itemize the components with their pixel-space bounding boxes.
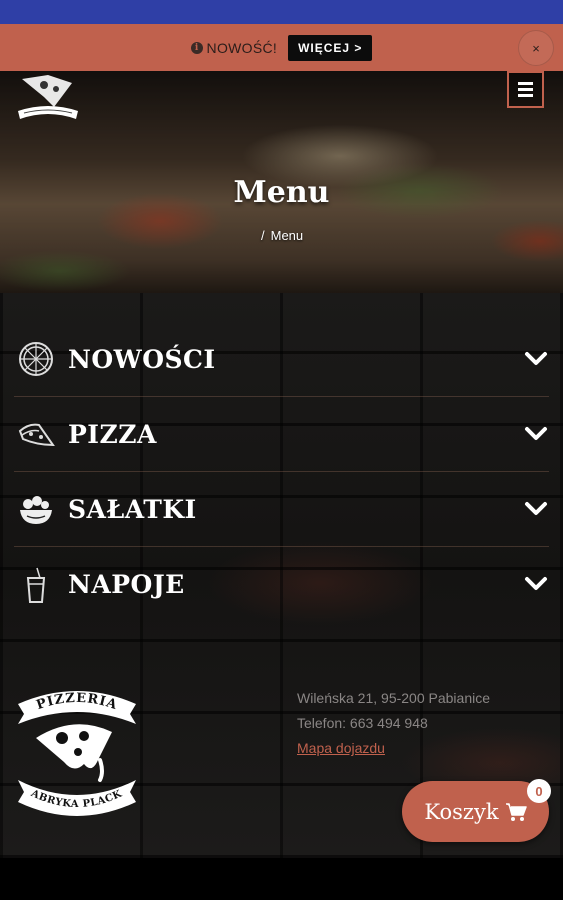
page-title: Menu — [233, 175, 330, 210]
address-text: Wileńska 21, 95-200 Pabianice — [297, 690, 491, 706]
info-icon: i — [190, 41, 203, 54]
map-link[interactable]: Mapa dojazdu — [297, 736, 490, 761]
cart-label: Koszyk — [424, 799, 499, 824]
category-label: PIZZA — [68, 419, 157, 449]
contact-info: Wileńska 21, 95-200 Pabianice Telefon: 6… — [297, 686, 490, 761]
more-button[interactable]: WIĘCEJ > — [288, 34, 373, 61]
chevron-down-icon — [525, 577, 547, 590]
bottom-nav-bar — [0, 858, 563, 900]
pizza-slice-icon — [16, 414, 56, 454]
chevron-down-icon — [525, 427, 547, 440]
drink-cup-icon — [16, 565, 56, 605]
system-status-bar — [0, 0, 563, 24]
site-logo[interactable] — [14, 71, 82, 127]
hero-banner: Menu / Menu — [0, 71, 563, 293]
chevron-down-icon — [525, 502, 547, 515]
phone-text[interactable]: Telefon: 663 494 948 — [297, 711, 490, 736]
breadcrumb-separator: / — [261, 228, 265, 243]
category-label: SAŁATKI — [68, 494, 197, 524]
hamburger-menu-button[interactable] — [507, 71, 544, 108]
category-salatki[interactable]: SAŁATKI — [14, 472, 549, 547]
notice-text: NOWOŚĆ! — [206, 39, 278, 56]
category-pizza[interactable]: PIZZA — [14, 397, 549, 472]
category-label: NAPOJE — [68, 570, 185, 599]
category-label: NOWOŚCI — [68, 344, 216, 374]
salad-bowl-icon — [16, 489, 56, 529]
footer-logo[interactable]: PIZZERIA FABRYKA PLACKA — [14, 680, 140, 822]
pizza-whole-icon — [16, 339, 56, 379]
category-nowosci[interactable]: NOWOŚCI — [14, 322, 549, 397]
cart-icon — [505, 802, 527, 821]
cart-button[interactable]: Koszyk 0 — [402, 779, 551, 842]
notice-bar: i NOWOŚĆ! WIĘCEJ > × — [0, 24, 563, 71]
breadcrumb: / Menu — [261, 228, 303, 243]
cart-count-badge: 0 — [527, 779, 551, 803]
breadcrumb-current: Menu — [270, 228, 304, 243]
close-notice-button[interactable]: × — [518, 30, 554, 66]
chevron-down-icon — [525, 352, 547, 365]
category-napoje[interactable]: NAPOJE — [14, 547, 549, 622]
